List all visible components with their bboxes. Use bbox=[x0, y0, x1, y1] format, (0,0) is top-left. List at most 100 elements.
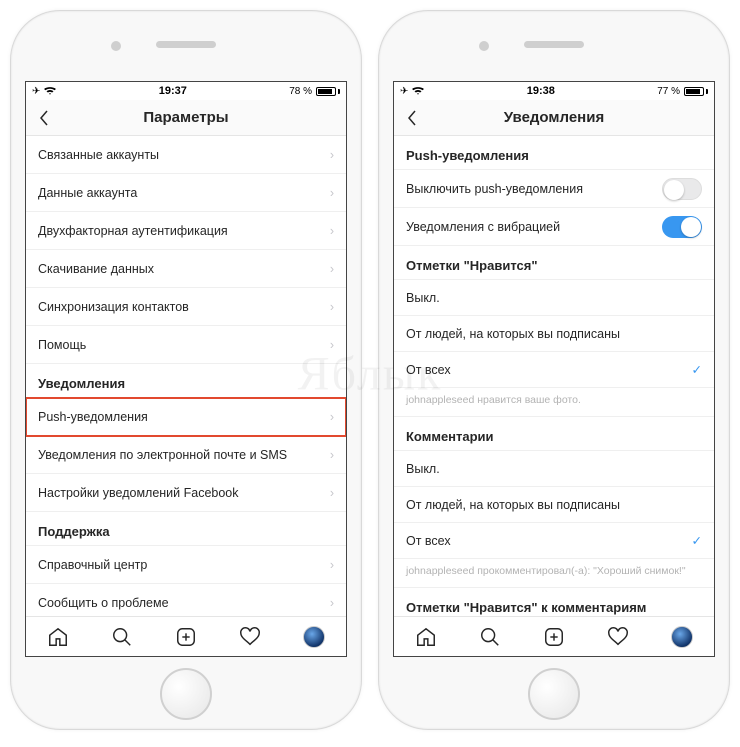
page-title: Параметры bbox=[26, 109, 346, 126]
tab-profile[interactable] bbox=[301, 624, 327, 650]
switch-vibration[interactable] bbox=[662, 216, 702, 238]
avatar bbox=[671, 626, 693, 648]
notifications-settings[interactable]: Push-уведомления Выключить push-уведомле… bbox=[394, 136, 714, 616]
chevron-right-icon: › bbox=[330, 224, 334, 238]
option-likes-all[interactable]: От всех ✓ bbox=[394, 352, 714, 388]
row-label: Помощь bbox=[38, 338, 86, 352]
speaker-slot bbox=[524, 41, 584, 48]
back-button[interactable] bbox=[394, 100, 430, 136]
tab-search[interactable] bbox=[109, 624, 135, 650]
battery-percent: 77 % bbox=[657, 86, 680, 97]
chevron-left-icon bbox=[38, 109, 50, 127]
search-icon bbox=[111, 626, 133, 648]
back-button[interactable] bbox=[26, 100, 62, 136]
row-push-notifications[interactable]: Push-уведомления › bbox=[26, 398, 346, 436]
tab-home[interactable] bbox=[45, 624, 71, 650]
section-comment-likes: Отметки "Нравится" к комментариям bbox=[394, 588, 714, 616]
chevron-right-icon: › bbox=[330, 410, 334, 424]
row-label: Push-уведомления bbox=[38, 410, 148, 424]
option-label: От людей, на которых вы подписаны bbox=[406, 327, 620, 341]
home-button[interactable] bbox=[160, 668, 212, 720]
row-sync-contacts[interactable]: Синхронизация контактов › bbox=[26, 288, 346, 326]
row-label: Сообщить о проблеме bbox=[38, 596, 169, 610]
switch-disable-push[interactable] bbox=[662, 178, 702, 200]
status-time: 19:38 bbox=[424, 85, 657, 97]
nav-header: Параметры bbox=[26, 100, 346, 136]
screen-left: ✈︎ 19:37 78 % Параметры bbox=[25, 81, 347, 657]
airplane-icon: ✈︎ bbox=[32, 86, 40, 97]
tab-activity[interactable] bbox=[237, 624, 263, 650]
tab-activity[interactable] bbox=[605, 624, 631, 650]
chevron-right-icon: › bbox=[330, 448, 334, 462]
row-account-data[interactable]: Данные аккаунта › bbox=[26, 174, 346, 212]
row-fb-notifications[interactable]: Настройки уведомлений Facebook › bbox=[26, 474, 346, 512]
option-label: От людей, на которых вы подписаны bbox=[406, 498, 620, 512]
option-label: Выкл. bbox=[406, 291, 440, 305]
tab-search[interactable] bbox=[477, 624, 503, 650]
row-two-factor[interactable]: Двухфакторная аутентификация › bbox=[26, 212, 346, 250]
plus-square-icon bbox=[543, 626, 565, 648]
battery-icon bbox=[684, 87, 708, 96]
caption-likes: johnappleseed нравится ваше фото. bbox=[394, 388, 714, 417]
option-label: Выкл. bbox=[406, 462, 440, 476]
tab-new-post[interactable] bbox=[173, 624, 199, 650]
row-linked-accounts[interactable]: Связанные аккаунты › bbox=[26, 136, 346, 174]
section-comments: Комментарии bbox=[394, 417, 714, 451]
option-likes-following[interactable]: От людей, на которых вы подписаны bbox=[394, 316, 714, 352]
status-bar: ✈︎ 19:38 77 % bbox=[394, 82, 714, 100]
nav-header: Уведомления bbox=[394, 100, 714, 136]
status-time: 19:37 bbox=[56, 85, 289, 97]
caption-comments: johnappleseed прокомментировал(-а): "Хор… bbox=[394, 559, 714, 588]
option-comments-off[interactable]: Выкл. bbox=[394, 451, 714, 487]
phone-frame-left: ✈︎ 19:37 78 % Параметры bbox=[10, 10, 362, 730]
wifi-icon bbox=[44, 87, 56, 96]
chevron-right-icon: › bbox=[330, 486, 334, 500]
plus-square-icon bbox=[175, 626, 197, 648]
row-label: Данные аккаунта bbox=[38, 186, 137, 200]
battery-percent: 78 % bbox=[289, 86, 312, 97]
section-support: Поддержка bbox=[26, 512, 346, 546]
section-likes: Отметки "Нравится" bbox=[394, 246, 714, 280]
camera-dot bbox=[479, 41, 489, 51]
page-title: Уведомления bbox=[394, 109, 714, 126]
row-label: Справочный центр bbox=[38, 558, 147, 572]
chevron-right-icon: › bbox=[330, 148, 334, 162]
home-button[interactable] bbox=[528, 668, 580, 720]
row-label: Настройки уведомлений Facebook bbox=[38, 486, 239, 500]
option-likes-off[interactable]: Выкл. bbox=[394, 280, 714, 316]
row-label: Синхронизация контактов bbox=[38, 300, 189, 314]
home-icon bbox=[415, 626, 437, 648]
check-icon: ✓ bbox=[692, 533, 702, 548]
toggle-row-disable-push[interactable]: Выключить push-уведомления bbox=[394, 170, 714, 208]
tab-new-post[interactable] bbox=[541, 624, 567, 650]
tab-home[interactable] bbox=[413, 624, 439, 650]
row-help[interactable]: Помощь › bbox=[26, 326, 346, 364]
home-icon bbox=[47, 626, 69, 648]
row-label: Скачивание данных bbox=[38, 262, 154, 276]
row-report-problem[interactable]: Сообщить о проблеме › bbox=[26, 584, 346, 616]
chevron-left-icon bbox=[406, 109, 418, 127]
option-comments-all[interactable]: От всех ✓ bbox=[394, 523, 714, 559]
option-comments-following[interactable]: От людей, на которых вы подписаны bbox=[394, 487, 714, 523]
chevron-right-icon: › bbox=[330, 338, 334, 352]
row-help-center[interactable]: Справочный центр › bbox=[26, 546, 346, 584]
row-label: Уведомления с вибрацией bbox=[406, 220, 560, 234]
heart-icon bbox=[239, 626, 261, 648]
phone-frame-right: ✈︎ 19:38 77 % Уведомления Push-ув bbox=[378, 10, 730, 730]
row-download-data[interactable]: Скачивание данных › bbox=[26, 250, 346, 288]
tab-bar bbox=[26, 616, 346, 656]
row-label: Связанные аккаунты bbox=[38, 148, 159, 162]
heart-icon bbox=[607, 626, 629, 648]
settings-list[interactable]: Связанные аккаунты › Данные аккаунта › Д… bbox=[26, 136, 346, 616]
check-icon: ✓ bbox=[692, 362, 702, 377]
option-label: От всех bbox=[406, 534, 451, 548]
tab-profile[interactable] bbox=[669, 624, 695, 650]
row-email-sms[interactable]: Уведомления по электронной почте и SMS › bbox=[26, 436, 346, 474]
toggle-row-vibration[interactable]: Уведомления с вибрацией bbox=[394, 208, 714, 246]
section-push: Push-уведомления bbox=[394, 136, 714, 170]
chevron-right-icon: › bbox=[330, 300, 334, 314]
chevron-right-icon: › bbox=[330, 558, 334, 572]
status-bar: ✈︎ 19:37 78 % bbox=[26, 82, 346, 100]
airplane-icon: ✈︎ bbox=[400, 86, 408, 97]
tab-bar bbox=[394, 616, 714, 656]
